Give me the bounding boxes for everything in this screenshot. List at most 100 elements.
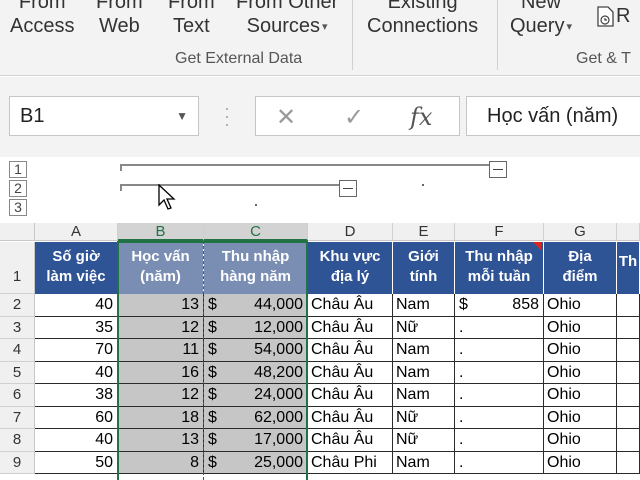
name-box[interactable]: B1 ▼ (9, 96, 199, 136)
chevron-down-icon[interactable]: ▼ (176, 97, 188, 135)
cell-b[interactable]: 12 (118, 384, 204, 407)
cell-e[interactable]: Nữ (393, 406, 455, 429)
cell-h[interactable] (617, 429, 640, 452)
header-cell-c[interactable]: Thu nhập hàng năm (204, 242, 308, 294)
cell-f[interactable]: $858 (455, 294, 544, 317)
header-cell-h[interactable]: Th (617, 242, 640, 294)
cell-h[interactable] (617, 384, 640, 407)
cell-b[interactable]: 13 (118, 294, 204, 317)
cell-e[interactable]: Nam (393, 384, 455, 407)
cell-d[interactable]: Châu Âu (308, 406, 393, 429)
select-all-corner[interactable] (0, 223, 35, 241)
new-query-button[interactable]: New Query ▾ (510, 0, 572, 39)
cell-c[interactable]: $25,000 (204, 451, 308, 474)
column-header-a[interactable]: A (35, 223, 118, 241)
cell-f[interactable]: . (455, 429, 544, 452)
cell-a[interactable]: 40 (35, 429, 118, 452)
drag-handle-icon[interactable]: · · · (222, 99, 232, 133)
insert-function-icon[interactable]: fx (410, 103, 432, 131)
cell-a[interactable]: 40 (35, 294, 118, 317)
column-header-b[interactable]: B (118, 223, 204, 241)
column-header-f[interactable]: F (455, 223, 544, 241)
cell-g[interactable]: Ohio (544, 429, 617, 452)
refresh-button[interactable]: R (596, 4, 630, 28)
cell-d[interactable]: Châu Âu (308, 294, 393, 317)
cell-f[interactable]: . (455, 316, 544, 339)
from-text-button[interactable]: From Text (168, 0, 215, 38)
cell-c[interactable]: $48,200 (204, 361, 308, 384)
cell-g[interactable]: Ohio (544, 316, 617, 339)
row-header[interactable]: 8 (0, 429, 35, 452)
cell-c[interactable]: $12,000 (204, 316, 308, 339)
cell-g[interactable]: Ohio (544, 361, 617, 384)
collapse-group-button[interactable] (489, 161, 507, 178)
row-header[interactable]: 5 (0, 361, 35, 384)
cell-f[interactable]: . (455, 451, 544, 474)
header-cell-a[interactable]: Số giờ làm việc (35, 242, 118, 294)
cell-b[interactable]: 18 (118, 406, 204, 429)
from-access-button[interactable]: From Access (10, 0, 74, 38)
row-header[interactable]: 3 (0, 316, 35, 339)
row-header[interactable]: 7 (0, 406, 35, 429)
cell-h[interactable] (617, 451, 640, 474)
cell-b[interactable]: 13 (118, 429, 204, 452)
cell-h[interactable] (617, 339, 640, 362)
cell-g[interactable]: Ohio (544, 339, 617, 362)
cell-a[interactable]: 70 (35, 339, 118, 362)
column-header-g[interactable]: G (544, 223, 617, 241)
formula-input[interactable]: Học vấn (năm) (466, 96, 640, 136)
cell-h[interactable] (617, 361, 640, 384)
header-cell-g[interactable]: Địa điểm (544, 242, 617, 294)
column-header-c[interactable]: C (204, 223, 308, 241)
cell-f[interactable]: . (455, 406, 544, 429)
cell-c[interactable]: $17,000 (204, 429, 308, 452)
cell-b[interactable]: 11 (118, 339, 204, 362)
from-web-button[interactable]: From Web (96, 0, 143, 38)
cancel-icon[interactable]: ✕ (276, 103, 296, 132)
cell-a[interactable]: 50 (35, 451, 118, 474)
outline-level-2[interactable]: 2 (9, 180, 27, 197)
cell-f[interactable]: . (455, 361, 544, 384)
cell-a[interactable]: 40 (35, 361, 118, 384)
header-cell-e[interactable]: Giới tính (393, 242, 455, 294)
cell-d[interactable]: Châu Âu (308, 339, 393, 362)
cell-d[interactable]: Châu Phi (308, 451, 393, 474)
existing-connections-button[interactable]: Existing Connections (367, 0, 478, 38)
column-header-h[interactable] (617, 223, 640, 241)
column-header-e[interactable]: E (393, 223, 455, 241)
cell-c[interactable]: $54,000 (204, 339, 308, 362)
header-cell-d[interactable]: Khu vực địa lý (308, 242, 393, 294)
cell-e[interactable]: Nam (393, 361, 455, 384)
row-header[interactable]: 9 (0, 451, 35, 474)
cell-h[interactable] (617, 316, 640, 339)
collapse-group-button[interactable] (339, 180, 357, 197)
cell-b[interactable]: 8 (118, 451, 204, 474)
column-header-d[interactable]: D (308, 223, 393, 241)
cell-e[interactable]: Nam (393, 294, 455, 317)
from-other-sources-button[interactable]: From Other Sources ▾ (236, 0, 338, 39)
row-header[interactable]: 2 (0, 294, 35, 317)
cell-c[interactable]: $44,000 (204, 294, 308, 317)
cell-e[interactable]: Nam (393, 339, 455, 362)
cell-e[interactable]: Nữ (393, 429, 455, 452)
header-cell-f[interactable]: Thu nhập mỗi tuần (455, 242, 544, 294)
header-cell-b[interactable]: Học vấn (năm) (118, 242, 204, 294)
cell-a[interactable]: 38 (35, 384, 118, 407)
cell-a[interactable]: 35 (35, 316, 118, 339)
cell-d[interactable]: Châu Âu (308, 384, 393, 407)
row-header[interactable]: 6 (0, 384, 35, 407)
cell-c[interactable]: $24,000 (204, 384, 308, 407)
enter-icon[interactable]: ✓ (344, 103, 364, 132)
cell-b[interactable]: 16 (118, 361, 204, 384)
row-header[interactable]: 4 (0, 339, 35, 362)
cell-g[interactable]: Ohio (544, 294, 617, 317)
cell-d[interactable]: Châu Âu (308, 361, 393, 384)
cell-h[interactable] (617, 294, 640, 317)
cell-d[interactable]: Châu Âu (308, 429, 393, 452)
cell-g[interactable]: Ohio (544, 406, 617, 429)
cell-d[interactable]: Châu Âu (308, 316, 393, 339)
cell-f[interactable]: . (455, 339, 544, 362)
outline-level-3[interactable]: 3 (9, 199, 27, 216)
cell-f[interactable]: . (455, 384, 544, 407)
cell-g[interactable]: Ohio (544, 384, 617, 407)
